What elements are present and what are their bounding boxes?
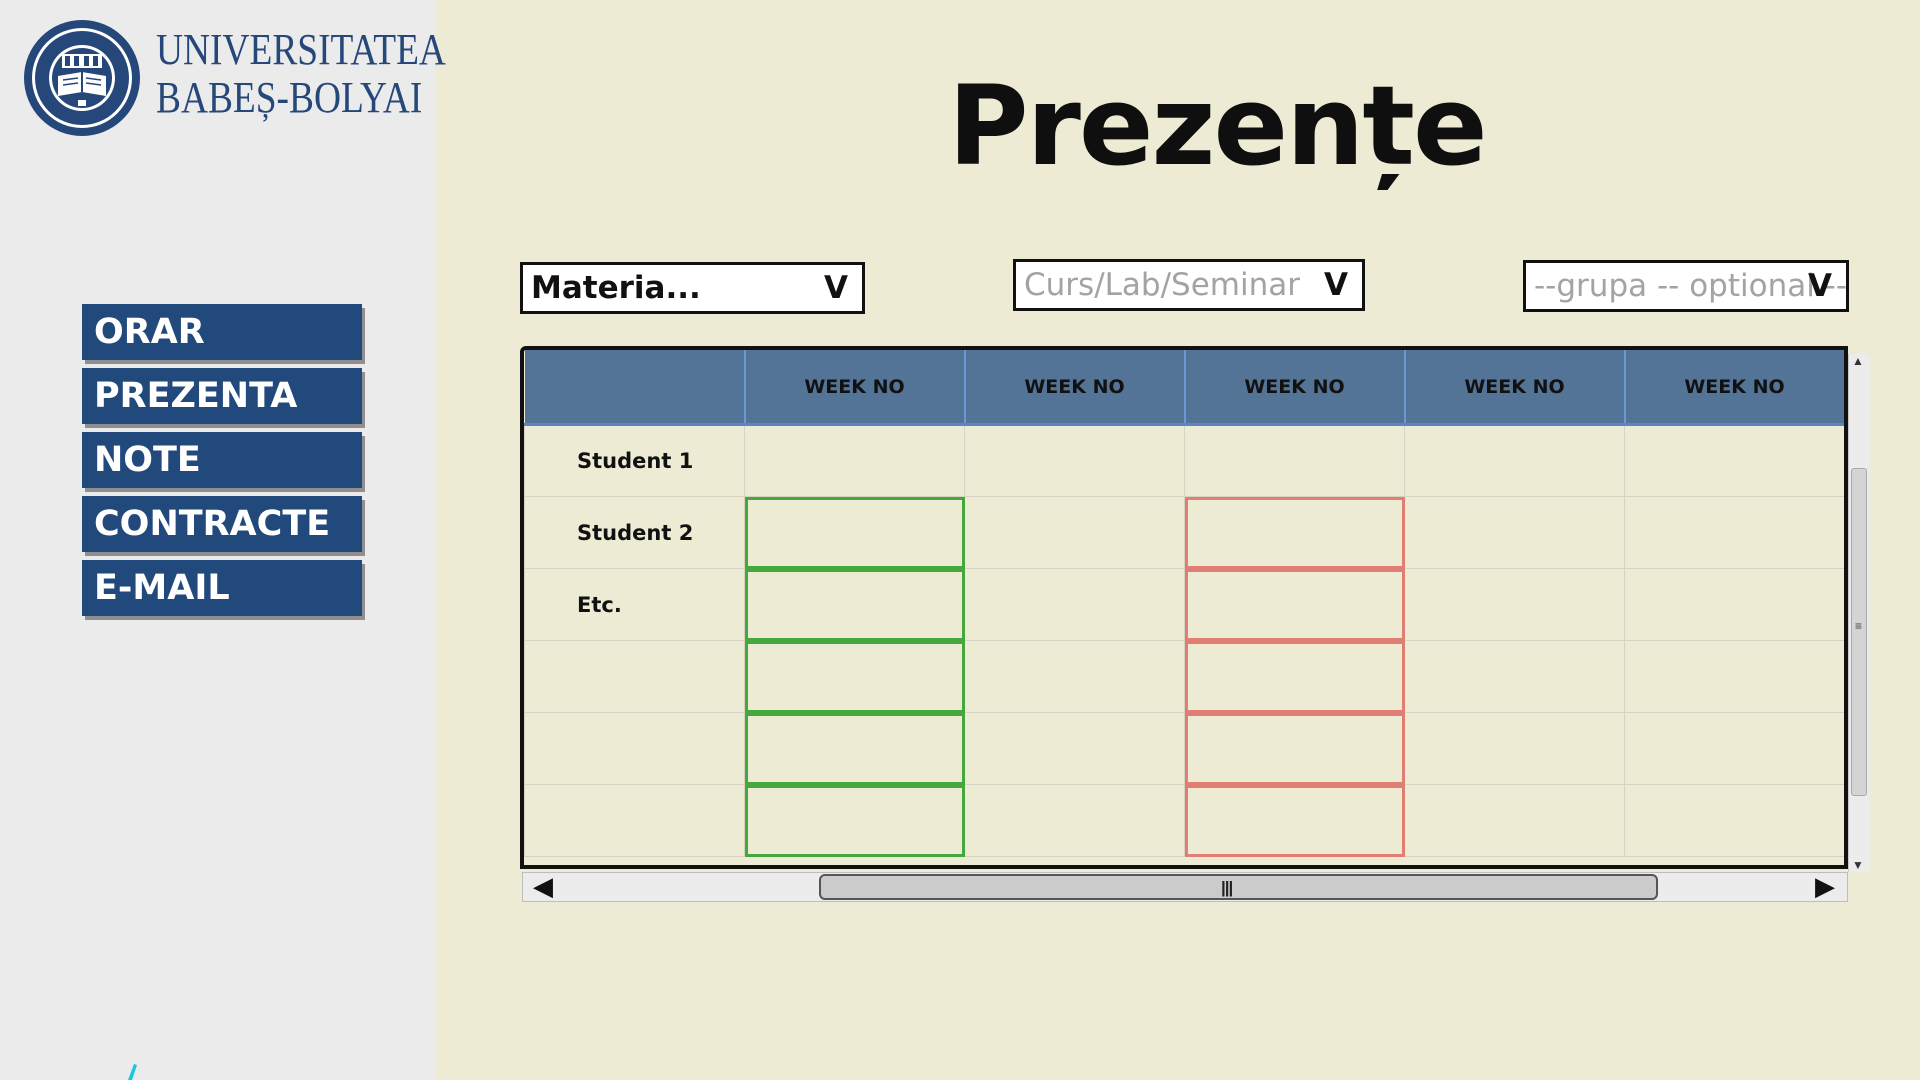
attendance-cell[interactable] — [1404, 712, 1625, 785]
horizontal-scroll-thumb[interactable]: ||| — [819, 874, 1658, 900]
column-header-student — [524, 350, 746, 426]
student-name-cell: Student 2 — [524, 496, 745, 569]
scroll-down-arrow-icon[interactable]: ▼ — [1852, 858, 1864, 872]
table-header-row: WEEK NO WEEK NO WEEK NO WEEK NO WEEK NO — [524, 350, 1844, 426]
attendance-cell[interactable] — [1184, 784, 1405, 857]
table-row — [524, 640, 1844, 713]
attendance-cell[interactable] — [1404, 496, 1625, 569]
group-select[interactable]: --grupa -- optional -- V — [1523, 260, 1849, 312]
column-header-week[interactable]: WEEK NO — [744, 350, 966, 426]
attendance-cell[interactable] — [1624, 784, 1844, 857]
attendance-cell[interactable] — [1404, 640, 1625, 713]
table-row — [524, 712, 1844, 785]
attendance-cell[interactable] — [1624, 640, 1844, 713]
decorative-mark — [128, 1064, 137, 1080]
dropdown-arrow-icon: V — [1324, 267, 1348, 303]
attendance-cell[interactable] — [1624, 712, 1844, 785]
scroll-right-arrow-icon[interactable]: ▶ — [1815, 871, 1835, 902]
attendance-cell[interactable] — [1184, 496, 1405, 569]
subject-select[interactable]: Materia... V — [520, 262, 865, 314]
attendance-cell[interactable] — [744, 424, 965, 497]
attendance-cell[interactable] — [1184, 712, 1405, 785]
group-select-placeholder: --grupa -- optional -- — [1534, 268, 1846, 304]
attendance-cell[interactable] — [1404, 568, 1625, 641]
page-title: Prezențe — [948, 62, 1488, 190]
student-name-cell: Etc. — [524, 568, 745, 641]
attendance-cell[interactable] — [964, 424, 1185, 497]
dropdown-arrow-icon: V — [824, 270, 848, 306]
dropdown-arrow-icon: V — [1808, 268, 1832, 304]
attendance-cell[interactable] — [744, 784, 965, 857]
vertical-scrollbar[interactable]: ▲ ≡ ▼ — [1848, 354, 1869, 872]
student-name-cell — [524, 640, 745, 713]
attendance-cell[interactable] — [1184, 640, 1405, 713]
scroll-up-arrow-icon[interactable]: ▲ — [1852, 354, 1864, 368]
nav-contracte-button[interactable]: CONTRACTE — [82, 496, 362, 552]
attendance-cell[interactable] — [964, 712, 1185, 785]
attendance-cell[interactable] — [1184, 424, 1405, 497]
table-body: Student 1 Student 2 Etc. — [524, 424, 1844, 857]
grip-icon: ||| — [1221, 878, 1233, 897]
student-name-cell — [524, 712, 745, 785]
attendance-cell[interactable] — [964, 496, 1185, 569]
table-row: Etc. — [524, 568, 1844, 641]
class-type-select[interactable]: Curs/Lab/Seminar V — [1013, 259, 1365, 311]
university-logo[interactable]: UNIVERSITATEA BABEȘ-BOLYAI — [22, 18, 446, 138]
column-header-week[interactable]: WEEK NO — [1404, 350, 1626, 426]
table-row — [524, 784, 1844, 857]
nav-note-button[interactable]: NOTE — [82, 432, 362, 488]
attendance-cell[interactable] — [1624, 568, 1844, 641]
attendance-grid: WEEK NO WEEK NO WEEK NO WEEK NO WEEK NO … — [520, 346, 1848, 869]
table-row: Student 1 — [524, 424, 1844, 497]
scroll-left-arrow-icon[interactable]: ◀ — [533, 871, 553, 902]
student-name-cell — [524, 784, 745, 857]
university-name-line1: UNIVERSITATEA — [156, 25, 446, 74]
student-name-cell: Student 1 — [524, 424, 745, 497]
nav-email-button[interactable]: E-MAIL — [82, 560, 362, 616]
nav-prezenta-button[interactable]: PREZENTA — [82, 368, 362, 424]
sidebar: UNIVERSITATEA BABEȘ-BOLYAI ORAR PREZENTA… — [0, 0, 446, 1080]
attendance-cell[interactable] — [744, 712, 965, 785]
attendance-cell[interactable] — [964, 640, 1185, 713]
attendance-cell[interactable] — [744, 640, 965, 713]
main-nav: ORAR PREZENTA NOTE CONTRACTE E-MAIL — [82, 304, 362, 624]
column-header-week[interactable]: WEEK NO — [1184, 350, 1406, 426]
attendance-table: WEEK NO WEEK NO WEEK NO WEEK NO WEEK NO … — [524, 350, 1844, 857]
class-type-select-placeholder: Curs/Lab/Seminar — [1024, 267, 1300, 303]
attendance-cell[interactable] — [1184, 568, 1405, 641]
nav-orar-button[interactable]: ORAR — [82, 304, 362, 360]
attendance-cell[interactable] — [744, 568, 965, 641]
table-row: Student 2 — [524, 496, 1844, 569]
university-name-line2: BABEȘ-BOLYAI — [156, 73, 423, 122]
vertical-scroll-thumb[interactable]: ≡ — [1851, 468, 1867, 796]
subject-select-value: Materia... — [531, 270, 701, 306]
attendance-cell[interactable] — [744, 496, 965, 569]
attendance-cell[interactable] — [1404, 424, 1625, 497]
attendance-cell[interactable] — [964, 568, 1185, 641]
horizontal-scrollbar[interactable]: ◀ ||| ▶ — [522, 871, 1848, 902]
attendance-cell[interactable] — [964, 784, 1185, 857]
attendance-cell[interactable] — [1624, 424, 1844, 497]
university-seal-icon — [24, 20, 140, 136]
column-header-week[interactable]: WEEK NO — [964, 350, 1186, 426]
university-name: UNIVERSITATEA BABEȘ-BOLYAI — [156, 26, 446, 122]
grip-icon: ≡ — [1855, 619, 1863, 633]
attendance-cell[interactable] — [1624, 496, 1844, 569]
attendance-cell[interactable] — [1404, 784, 1625, 857]
column-header-week[interactable]: WEEK NO — [1624, 350, 1844, 426]
